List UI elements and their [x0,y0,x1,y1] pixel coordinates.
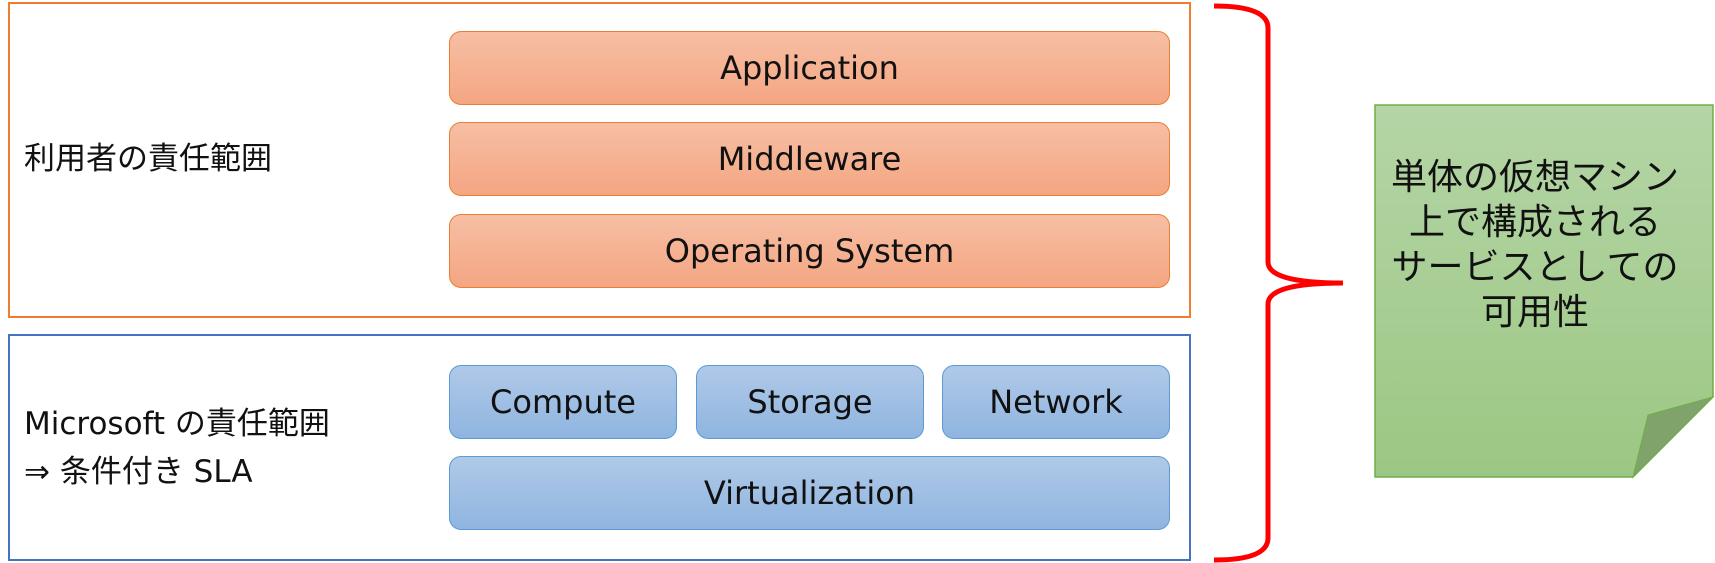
note-line: 可用性 [1480,292,1589,333]
note-text: 単体の仮想マシン 上で構成される サービスとしての 可用性 [1375,155,1695,335]
diagram: 利用者の責任範囲 Application Middleware Operatin… [0,0,1715,563]
curly-brace [1213,3,1344,563]
note-line: 単体の仮想マシン [1390,157,1679,198]
note-line: 上で構成される [1408,202,1661,243]
note-line: サービスとしての [1391,247,1679,288]
